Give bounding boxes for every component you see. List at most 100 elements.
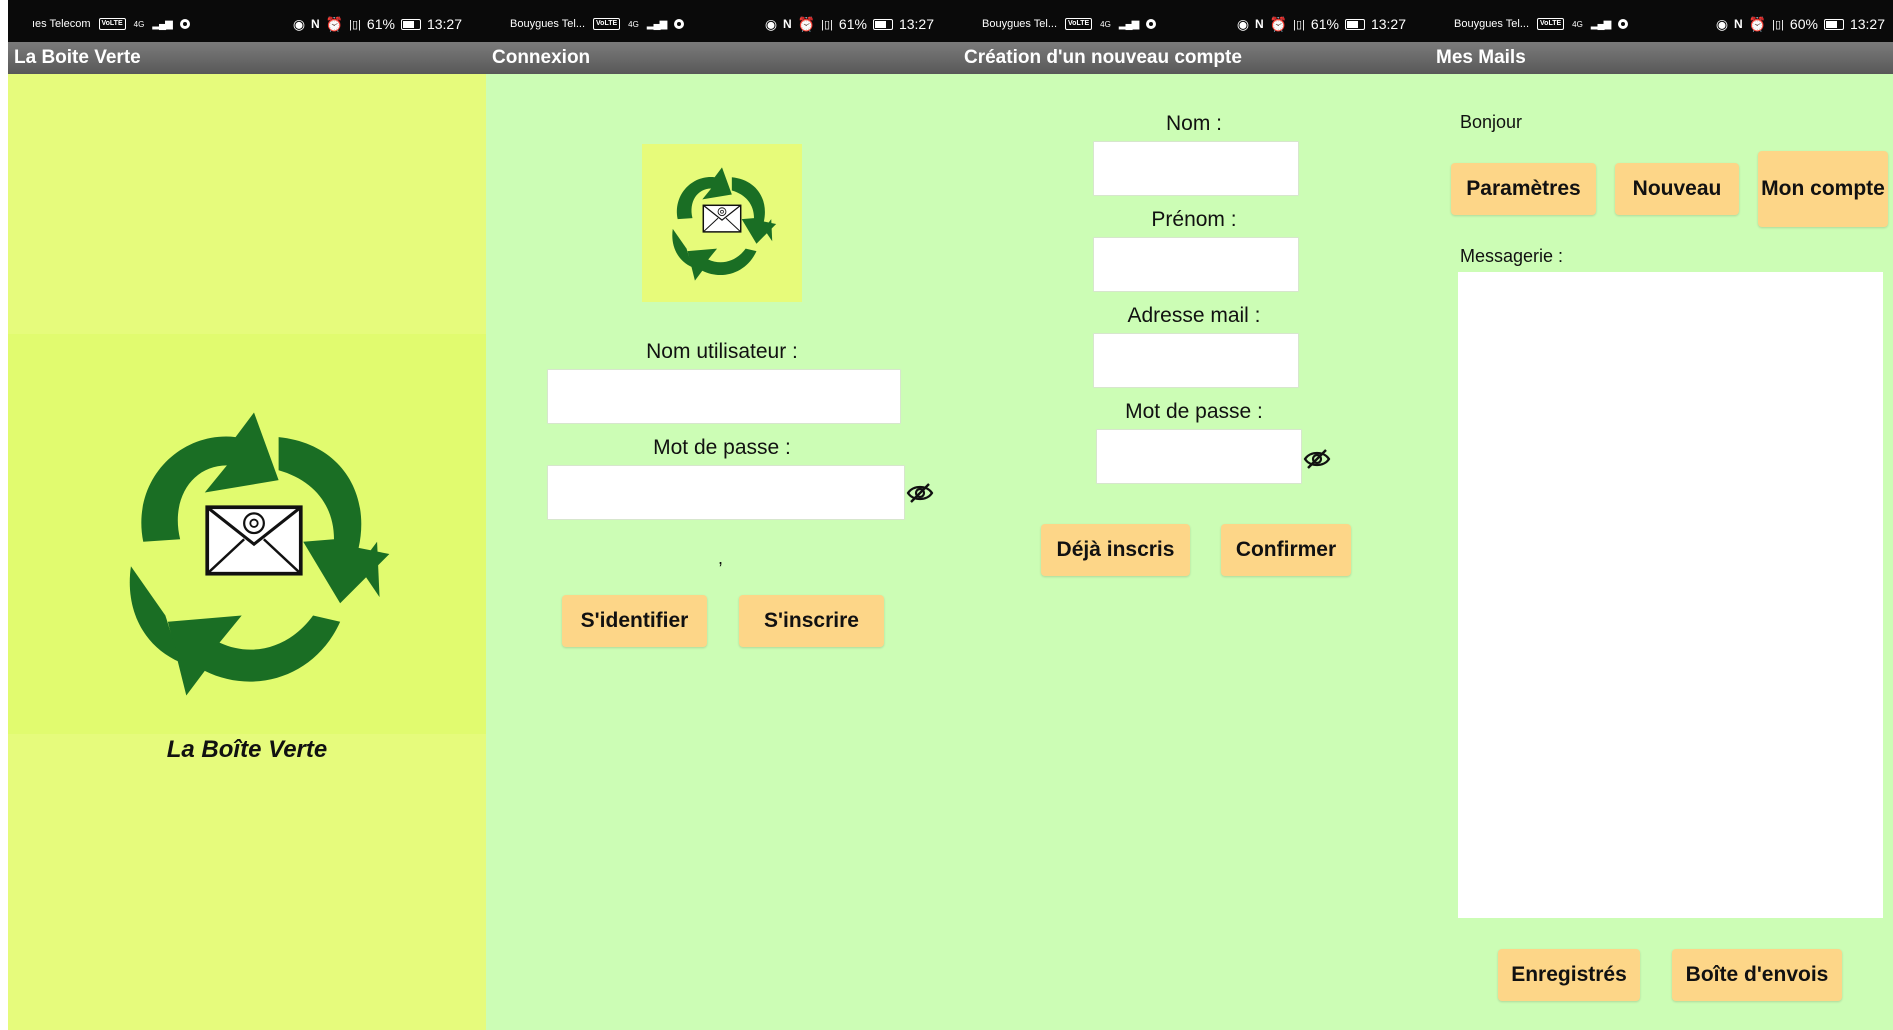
battery-icon xyxy=(872,18,893,30)
nom-input[interactable] xyxy=(1093,141,1299,196)
nfc-icon: N xyxy=(311,17,320,31)
vibrate-icon: |▯| xyxy=(1772,18,1784,31)
outbox-button[interactable]: Boîte d'envois xyxy=(1672,949,1842,1001)
username-input[interactable] xyxy=(547,369,901,424)
inbox-label: Messagerie : xyxy=(1460,246,1564,266)
login-button[interactable]: S'identifier xyxy=(562,595,707,647)
new-mail-button[interactable]: Nouveau xyxy=(1615,163,1739,215)
mailbox-content: Bonjour Paramètres Nouveau Mon compte Me… xyxy=(1430,74,1893,1030)
eye-slash-icon[interactable] xyxy=(906,482,934,504)
alarm-icon: ⏰ xyxy=(1269,15,1288,32)
network-label: 4G xyxy=(1572,19,1583,29)
battery-percent: 61% xyxy=(1310,16,1339,32)
carrier-label: ıes Telecom xyxy=(32,18,91,30)
app-screens-frame: ıes Telecom VoLTE 4G ▂▄▆ ◉ N ⏰ |▯| 61% 1… xyxy=(0,0,1893,1030)
signal-icon: ▂▄▆ xyxy=(646,18,667,30)
settings-button[interactable]: Paramètres xyxy=(1451,163,1596,215)
nfc-icon: N xyxy=(1255,17,1264,31)
signup-button[interactable]: S'inscrire xyxy=(739,595,884,647)
eye-comfort-icon: ◉ xyxy=(292,15,306,32)
eye-comfort-icon: ◉ xyxy=(1715,15,1729,32)
signup-screen: Bouygues Tel... VoLTE 4G ▂▄▆ ◉ N ⏰ |▯| 6… xyxy=(958,0,1430,1030)
confirm-button[interactable]: Confirmer xyxy=(1221,524,1351,576)
app-title-bar: La Boite Verte xyxy=(8,42,486,74)
clock: 13:27 xyxy=(898,16,934,32)
volte-icon: VoLTE xyxy=(593,18,621,30)
already-registered-button[interactable]: Déjà inscris xyxy=(1041,524,1190,576)
messenger-icon xyxy=(1618,19,1629,29)
status-bar: Bouygues Tel... VoLTE 4G ▂▄▆ ◉ N ⏰ |▯| 6… xyxy=(958,8,1430,40)
app-title-bar: Création d'un nouveau compte xyxy=(958,42,1430,74)
splash-screen: ıes Telecom VoLTE 4G ▂▄▆ ◉ N ⏰ |▯| 61% 1… xyxy=(8,0,486,1030)
my-account-button[interactable]: Mon compte xyxy=(1758,151,1888,227)
eye-comfort-icon: ◉ xyxy=(1236,15,1250,32)
mailbox-screen: Bouygues Tel... VoLTE 4G ▂▄▆ ◉ N ⏰ |▯| 6… xyxy=(1430,0,1893,1030)
signal-icon: ▂▄▆ xyxy=(152,18,172,30)
status-bar: Bouygues Tel... VoLTE 4G ▂▄▆ ◉ N ⏰ |▯| 6… xyxy=(486,8,958,40)
battery-icon xyxy=(1823,18,1844,30)
app-title-bar: Mes Mails xyxy=(1430,42,1893,74)
page-title: Connexion xyxy=(492,47,591,68)
logo-tile xyxy=(642,144,802,302)
splash-content: La Boîte Verte xyxy=(8,74,486,1030)
recycle-envelope-icon xyxy=(127,410,392,698)
clock: 13:27 xyxy=(1849,16,1885,32)
vibrate-icon: |▯| xyxy=(1293,18,1305,31)
username-label: Nom utilisateur : xyxy=(646,340,798,363)
signal-icon: ▂▄▆ xyxy=(1118,18,1139,30)
status-bar: ıes Telecom VoLTE 4G ▂▄▆ ◉ N ⏰ |▯| 61% 1… xyxy=(8,8,486,40)
app-title-bar: Connexion xyxy=(486,42,958,74)
network-label: 4G xyxy=(628,19,639,29)
alarm-icon: ⏰ xyxy=(325,15,344,32)
vibrate-icon: |▯| xyxy=(821,18,833,31)
password-label: Mot de passe : xyxy=(1125,400,1263,423)
login-content: Nom utilisateur : Mot de passe : , S'ide… xyxy=(486,74,958,1030)
message-list-area[interactable] xyxy=(1458,272,1883,918)
prenom-label: Prénom : xyxy=(1151,208,1237,231)
password-input[interactable] xyxy=(1096,429,1302,484)
battery-percent: 60% xyxy=(1789,16,1818,32)
prenom-input[interactable] xyxy=(1093,237,1299,292)
signup-content: Nom : Prénom : Adresse mail : Mot de pas… xyxy=(958,74,1430,1030)
vibrate-icon: |▯| xyxy=(349,18,361,31)
battery-percent: 61% xyxy=(838,16,867,32)
greeting-text: Bonjour xyxy=(1460,112,1523,132)
login-screen: Bouygues Tel... VoLTE 4G ▂▄▆ ◉ N ⏰ |▯| 6… xyxy=(486,0,958,1030)
volte-icon: VoLTE xyxy=(1065,18,1093,30)
recycle-envelope-icon xyxy=(671,166,777,282)
carrier-label: Bouygues Tel... xyxy=(510,18,586,30)
eye-slash-icon[interactable] xyxy=(1303,448,1331,470)
page-title: Mes Mails xyxy=(1436,47,1526,68)
alarm-icon: ⏰ xyxy=(797,15,816,32)
page-title: Création d'un nouveau compte xyxy=(964,47,1242,68)
email-label: Adresse mail : xyxy=(1127,304,1261,327)
page-title: La Boite Verte xyxy=(14,47,141,68)
volte-icon: VoLTE xyxy=(98,18,126,30)
battery-percent: 61% xyxy=(366,16,395,32)
status-bar: Bouygues Tel... VoLTE 4G ▂▄▆ ◉ N ⏰ |▯| 6… xyxy=(1430,8,1893,40)
messenger-icon xyxy=(1146,19,1157,29)
clock: 13:27 xyxy=(1370,16,1406,32)
battery-icon xyxy=(1344,18,1365,30)
carrier-label: Bouygues Tel... xyxy=(1454,18,1530,30)
password-input[interactable] xyxy=(547,465,905,520)
carrier-label: Bouygues Tel... xyxy=(982,18,1058,30)
signal-icon: ▂▄▆ xyxy=(1590,18,1611,30)
volte-icon: VoLTE xyxy=(1537,18,1565,30)
clock: 13:27 xyxy=(426,16,462,32)
saved-button[interactable]: Enregistrés xyxy=(1498,949,1640,1001)
email-input[interactable] xyxy=(1093,333,1299,388)
nfc-icon: N xyxy=(783,17,792,31)
nom-label: Nom : xyxy=(1165,112,1222,135)
network-label: 4G xyxy=(133,19,145,29)
network-label: 4G xyxy=(1100,19,1111,29)
status-message: , xyxy=(718,548,724,568)
alarm-icon: ⏰ xyxy=(1748,15,1767,32)
eye-comfort-icon: ◉ xyxy=(764,15,778,32)
messenger-icon xyxy=(179,19,190,29)
messenger-icon xyxy=(674,19,685,29)
nfc-icon: N xyxy=(1734,17,1743,31)
password-label: Mot de passe : xyxy=(653,436,791,459)
brand-name: La Boîte Verte xyxy=(166,736,328,763)
battery-icon xyxy=(400,18,421,30)
